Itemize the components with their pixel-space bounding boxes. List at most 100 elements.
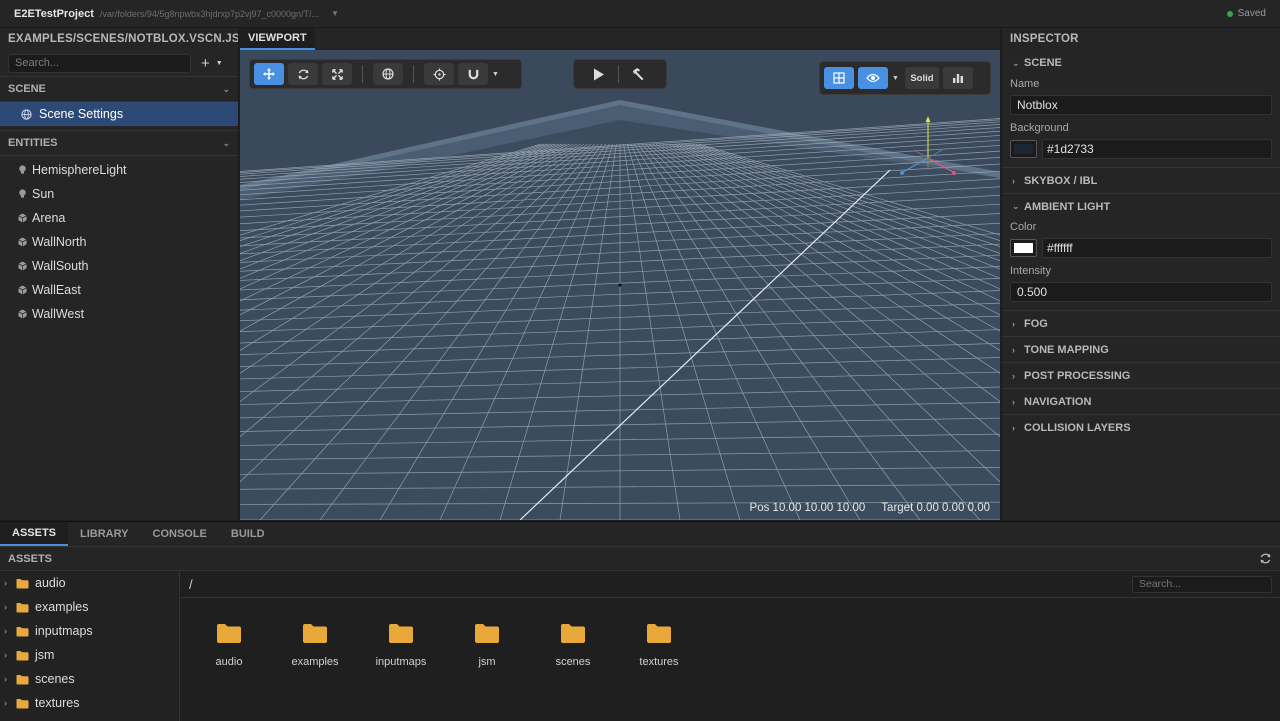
entity-list: HemisphereLight Sun Arena WallNorth WallSout… <box>0 158 238 326</box>
tab-assets[interactable]: ASSETS <box>0 522 69 546</box>
entity-item[interactable]: HemisphereLight <box>0 158 238 182</box>
background-color-swatch[interactable] <box>1010 140 1037 158</box>
shading-mode-button[interactable]: Solid <box>904 67 939 89</box>
folder-icon <box>16 698 29 709</box>
folder-tree-item[interactable]: › inputmaps <box>0 619 179 643</box>
color-label: Color <box>1010 221 1037 233</box>
eye-icon <box>866 73 880 83</box>
folder-tile[interactable]: textures <box>616 622 702 668</box>
ambient-section-header[interactable]: ⌄ AMBIENT LIGHT <box>1002 193 1280 219</box>
section-title: SCENE <box>1024 57 1062 69</box>
snap-button[interactable] <box>458 63 488 85</box>
background-color-input[interactable]: #1d2733 <box>1042 139 1272 159</box>
folder-tile[interactable]: examples <box>272 622 358 668</box>
inspector-section-header[interactable]: › FOG <box>1002 310 1280 336</box>
ambient-color-swatch[interactable] <box>1010 239 1037 257</box>
scene-props-header[interactable]: ⌄ SCENE <box>1002 50 1280 76</box>
tab-viewport[interactable]: VIEWPORT <box>240 28 315 50</box>
pivot-button[interactable] <box>424 63 454 85</box>
hierarchy-search-input[interactable] <box>8 53 191 73</box>
folder-tree-item[interactable]: › jsm <box>0 643 179 667</box>
folder-label: inputmaps <box>35 624 93 638</box>
scene-section-header[interactable]: SCENE ⌄ <box>0 76 238 102</box>
plus-icon: + <box>201 54 210 72</box>
section-title: AMBIENT LIGHT <box>1024 200 1111 213</box>
entity-item[interactable]: WallNorth <box>0 230 238 254</box>
build-button[interactable] <box>623 63 653 85</box>
transform-toolbar: ▼ <box>249 59 522 89</box>
inspector-section-header[interactable]: › COLLISION LAYERS <box>1002 414 1280 440</box>
grid-icon <box>833 72 845 84</box>
entities-section-header[interactable]: ENTITIES ⌄ <box>0 130 238 156</box>
entity-item[interactable]: WallEast <box>0 278 238 302</box>
move-tool-button[interactable] <box>254 63 284 85</box>
inspector-title: INSPECTOR <box>1010 33 1079 45</box>
scene-settings-item[interactable]: Scene Settings <box>0 102 238 126</box>
tab-build[interactable]: BUILD <box>219 522 277 546</box>
tab-library[interactable]: LIBRARY <box>68 522 140 546</box>
inspector-section-header[interactable]: › TONE MAPPING <box>1002 336 1280 362</box>
chevron-right-icon[interactable]: › <box>4 698 16 708</box>
chevron-right-icon: › <box>1012 370 1015 381</box>
visibility-dropdown-icon[interactable]: ▼ <box>892 75 899 82</box>
world-space-button[interactable] <box>373 63 403 85</box>
scale-tool-button[interactable] <box>322 63 352 85</box>
folder-tree-item[interactable]: › scenes <box>0 667 179 691</box>
intensity-input[interactable]: 0.500 <box>1010 282 1272 302</box>
chevron-down-icon[interactable]: ▼ <box>331 9 339 18</box>
snap-dropdown-icon[interactable]: ▼ <box>492 71 499 78</box>
chevron-right-icon[interactable]: › <box>4 650 16 660</box>
chevron-down-icon: ⌄ <box>1012 201 1020 211</box>
project-path[interactable]: /var/folders/94/5g8npwbx3hjdrxp7p2vj97_c… <box>100 9 319 19</box>
chevron-right-icon[interactable]: › <box>4 674 16 684</box>
view-toolbar: ▼ Solid <box>819 61 991 95</box>
inspector-section-header[interactable]: › POST PROCESSING <box>1002 362 1280 388</box>
chevron-right-icon[interactable]: › <box>4 578 16 588</box>
skybox-section-header[interactable]: › SKYBOX / IBL <box>1002 167 1280 193</box>
folder-icon <box>216 622 242 644</box>
chevron-right-icon[interactable]: › <box>4 626 16 636</box>
chevron-down-icon: ⌄ <box>222 137 230 148</box>
asset-search-input[interactable] <box>1132 575 1272 593</box>
entity-item[interactable]: Arena <box>0 206 238 230</box>
folder-tile[interactable]: scenes <box>530 622 616 668</box>
folder-tree-item[interactable]: › audio <box>0 571 179 595</box>
folder-tree-item[interactable]: › examples <box>0 595 179 619</box>
chevron-right-icon: › <box>1012 396 1015 407</box>
3d-viewport[interactable]: ▼ ▼ Solid Pos 10.00 10.00 10.00 Target 0… <box>240 50 1000 520</box>
section-title: POST PROCESSING <box>1024 369 1131 382</box>
ambient-color-input[interactable]: #ffffff <box>1042 238 1272 258</box>
folder-tile[interactable]: audio <box>186 622 272 668</box>
folder-icon <box>16 650 29 661</box>
entity-item[interactable]: Sun <box>0 182 238 206</box>
entity-item[interactable]: WallWest <box>0 302 238 326</box>
save-status-label: Saved <box>1237 8 1266 19</box>
magnet-icon <box>468 69 478 79</box>
asset-path-bar: / <box>181 571 1280 598</box>
play-button[interactable] <box>584 63 614 85</box>
folder-icon <box>474 622 500 644</box>
play-icon <box>594 68 604 80</box>
refresh-icon[interactable] <box>1259 552 1272 565</box>
scene-file-title: EXAMPLES/SCENES/NOTBLOX.VSCN.JSON <box>8 33 239 45</box>
section-title: TONE MAPPING <box>1024 343 1109 356</box>
tab-console[interactable]: CONSOLE <box>141 522 219 546</box>
chevron-right-icon[interactable]: › <box>4 602 16 612</box>
grid-toggle-button[interactable] <box>824 67 854 89</box>
stats-button[interactable] <box>942 67 973 89</box>
folder-name: audio <box>215 656 243 668</box>
visibility-button[interactable] <box>858 67 888 89</box>
folder-tile[interactable]: inputmaps <box>358 622 444 668</box>
scene-name-input[interactable]: Notblox <box>1010 95 1272 115</box>
inspector-section-header[interactable]: › NAVIGATION <box>1002 388 1280 414</box>
folder-tile[interactable]: jsm <box>444 622 530 668</box>
add-entity-button[interactable]: + ▼ <box>201 55 223 72</box>
entity-item[interactable]: WallSouth <box>0 254 238 278</box>
section-title: COLLISION LAYERS <box>1024 421 1131 434</box>
folder-tree-item[interactable]: › textures <box>0 691 179 715</box>
collapsed-sections: › FOG › TONE MAPPING › POST PROCESSING › NAVIGA… <box>1002 310 1280 440</box>
rotate-tool-button[interactable] <box>288 63 318 85</box>
folder-label: scenes <box>35 672 75 686</box>
cube-icon <box>18 261 28 271</box>
breadcrumb[interactable]: / <box>189 577 193 592</box>
